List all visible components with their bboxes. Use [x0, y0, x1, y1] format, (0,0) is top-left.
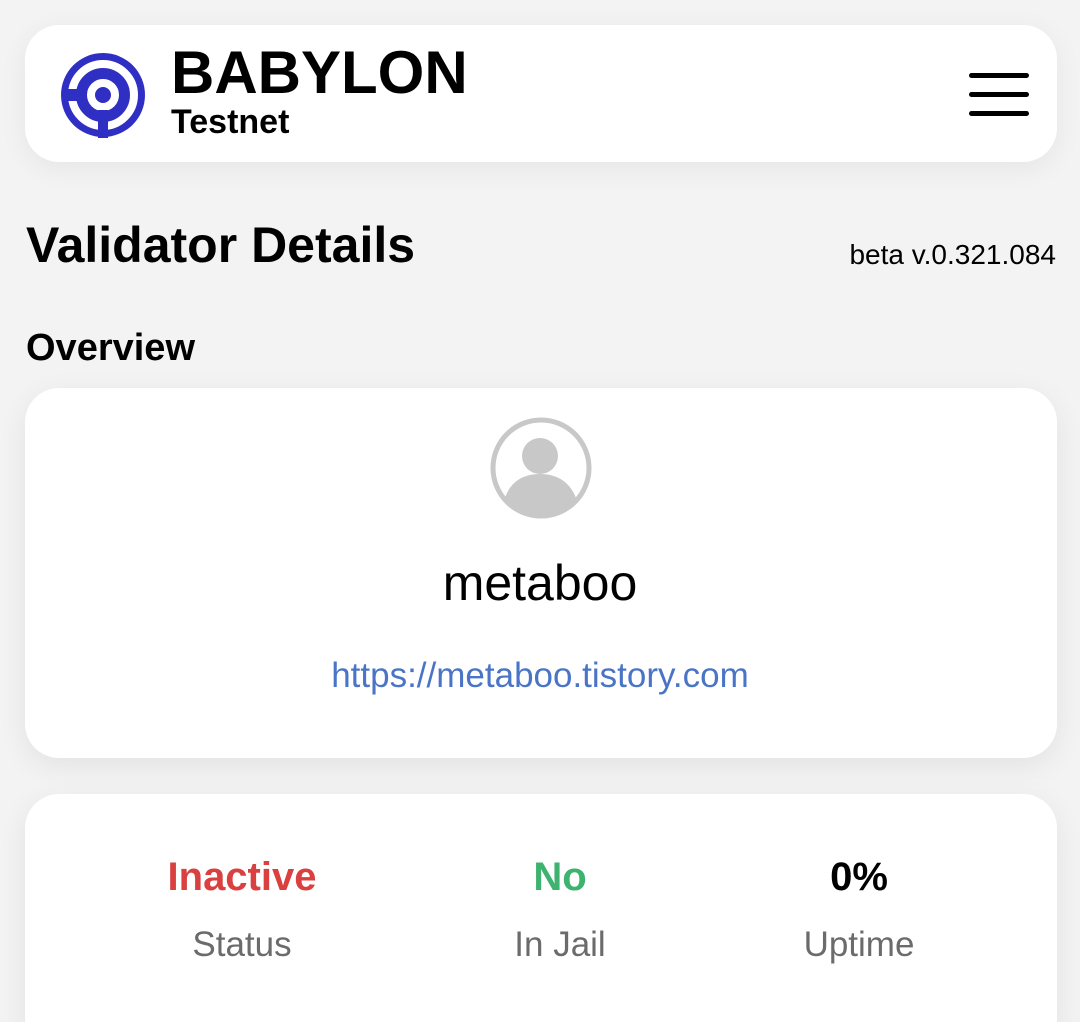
validator-moniker: metaboo [442, 555, 638, 611]
status-label: Status [192, 925, 292, 964]
uptime-value: 0% [830, 855, 888, 899]
stat-in-jail: No In Jail [410, 852, 710, 966]
user-avatar-icon [490, 417, 592, 519]
status-value: Inactive [167, 855, 317, 899]
network-label: Testnet [171, 103, 290, 141]
uptime-label: Uptime [803, 925, 915, 964]
menu-bar-line [969, 73, 1029, 78]
stat-status: Inactive Status [92, 852, 392, 966]
brand-name: BABYLON [171, 39, 468, 106]
menu-bar-line [969, 92, 1029, 97]
in-jail-value: No [533, 855, 587, 899]
validator-website-link[interactable]: https://metaboo.tistory.com [0, 654, 1080, 698]
version-label: beta v.0.321.084 [849, 239, 1056, 270]
stat-uptime: 0% Uptime [709, 852, 1009, 966]
page-title: Validator Details [26, 217, 416, 273]
menu-bar-line [969, 111, 1029, 116]
babylon-logo-icon[interactable] [60, 52, 146, 138]
in-jail-label: In Jail [514, 925, 606, 964]
validator-details-page: BABYLON Testnet Validator Details beta v… [0, 0, 1080, 1022]
hamburger-menu-icon[interactable] [964, 70, 1034, 120]
section-heading-overview: Overview [26, 327, 195, 369]
